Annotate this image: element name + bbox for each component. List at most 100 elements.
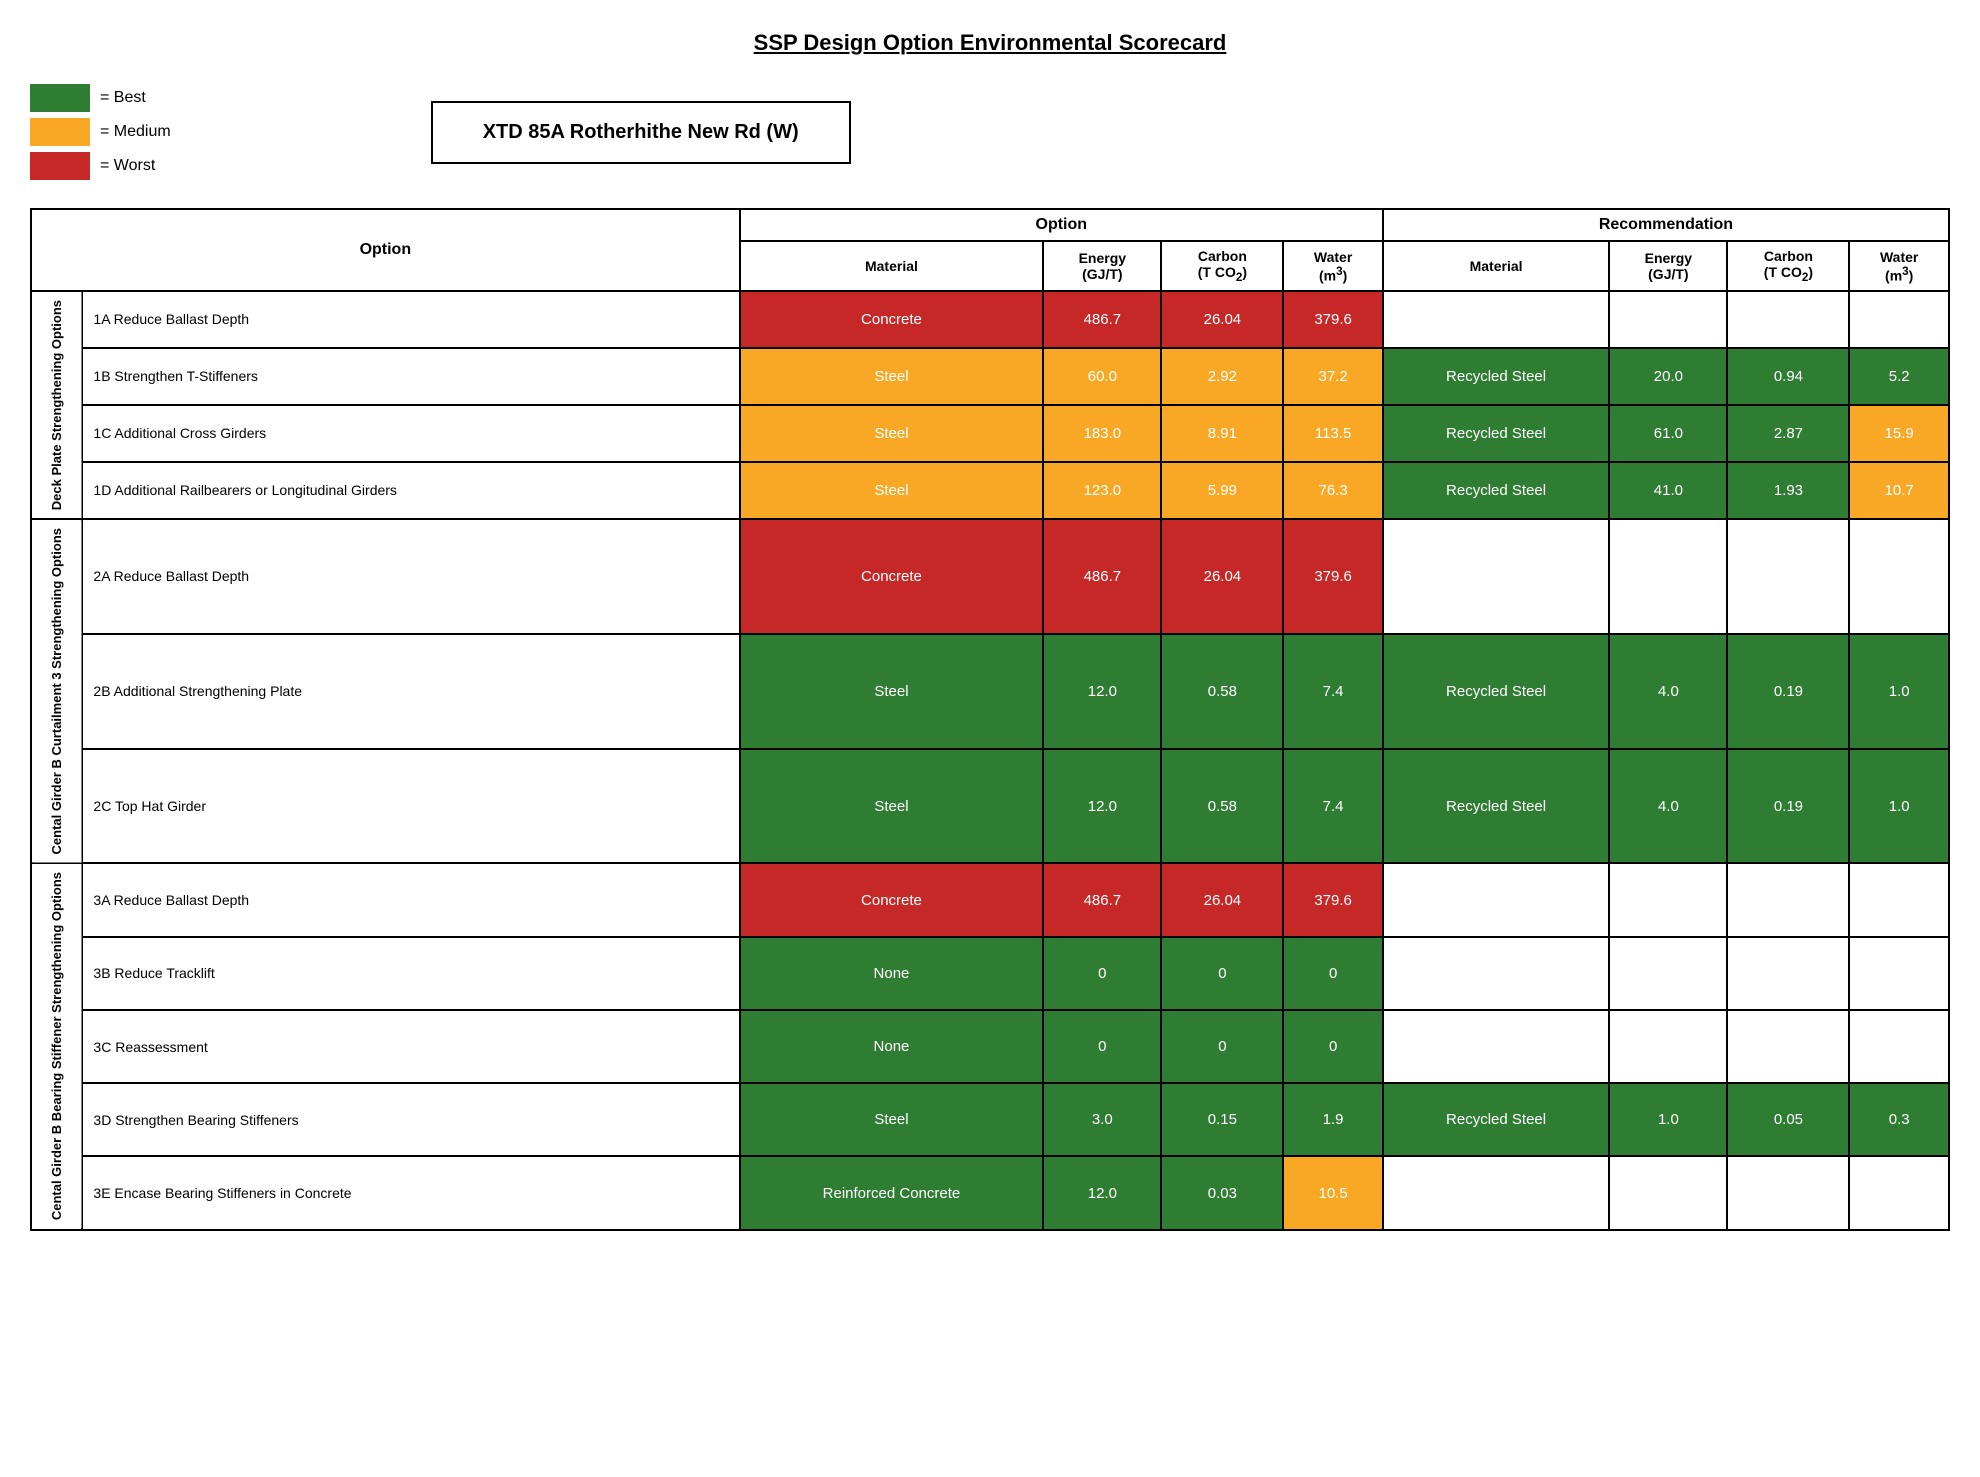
legend-color-worst [30, 152, 90, 180]
table-cell: 5.2 [1849, 348, 1949, 405]
option-label: 2B Additional Strengthening Plate [82, 634, 739, 749]
option-label: 2C Top Hat Girder [82, 749, 739, 864]
table-cell: None [740, 1010, 1044, 1083]
row-group-label: Cental Girder B Bearing Stiffener Streng… [31, 863, 82, 1229]
table-cell: 0.15 [1161, 1083, 1283, 1156]
option-label: 3D Strengthen Bearing Stiffeners [82, 1083, 739, 1156]
opt-material-header: Material [740, 241, 1044, 291]
table-cell: 0.94 [1727, 348, 1849, 405]
table-cell [1383, 1010, 1609, 1083]
table-cell: 1.9 [1283, 1083, 1383, 1156]
table-cell: Steel [740, 1083, 1044, 1156]
scorecard-table: Option Option Recommendation Material En… [30, 208, 1950, 1231]
table-cell: 379.6 [1283, 863, 1383, 936]
table-cell [1609, 1010, 1727, 1083]
table-cell: 20.0 [1609, 348, 1727, 405]
rec-carbon-header: Carbon(T CO2) [1727, 241, 1849, 291]
table-cell: Reinforced Concrete [740, 1156, 1044, 1229]
legend-color-medium [30, 118, 90, 146]
table-cell: Concrete [740, 863, 1044, 936]
option-label: 3C Reassessment [82, 1010, 739, 1083]
table-cell: 486.7 [1043, 291, 1161, 348]
table-cell: 76.3 [1283, 462, 1383, 519]
table-cell: None [740, 937, 1044, 1010]
opt-water-header: Water(m3) [1283, 241, 1383, 291]
table-cell [1727, 291, 1849, 348]
rec-energy-header: Energy(GJ/T) [1609, 241, 1727, 291]
opt-energy-header: Energy(GJ/T) [1043, 241, 1161, 291]
table-cell: 2.87 [1727, 405, 1849, 462]
table-cell: Recycled Steel [1383, 405, 1609, 462]
table-cell: 486.7 [1043, 863, 1161, 936]
table-cell [1609, 1156, 1727, 1229]
table-cell: 2.92 [1161, 348, 1283, 405]
table-cell: 0 [1043, 1010, 1161, 1083]
table-cell: 486.7 [1043, 519, 1161, 634]
table-cell [1383, 937, 1609, 1010]
table-cell: Steel [740, 634, 1044, 749]
legend-medium: = Medium [30, 118, 171, 146]
table-cell: 379.6 [1283, 291, 1383, 348]
table-cell [1383, 291, 1609, 348]
option-label: 3E Encase Bearing Stiffeners in Concrete [82, 1156, 739, 1229]
option-label: 3B Reduce Tracklift [82, 937, 739, 1010]
table-cell: 123.0 [1043, 462, 1161, 519]
option-label: 1D Additional Railbearers or Longitudina… [82, 462, 739, 519]
table-cell: 26.04 [1161, 291, 1283, 348]
table-cell [1849, 1156, 1949, 1229]
table-cell [1609, 291, 1727, 348]
rec-water-header: Water(m3) [1849, 241, 1949, 291]
table-cell [1727, 1156, 1849, 1229]
table-cell: 26.04 [1161, 519, 1283, 634]
table-cell: 1.93 [1727, 462, 1849, 519]
option-header: Option [31, 209, 740, 291]
table-cell: 10.7 [1849, 462, 1949, 519]
opt-carbon-header: Carbon(T CO2) [1161, 241, 1283, 291]
legend-best: = Best [30, 84, 171, 112]
table-cell: 7.4 [1283, 634, 1383, 749]
table-cell [1727, 937, 1849, 1010]
table-cell: 0 [1283, 937, 1383, 1010]
table-cell: 7.4 [1283, 749, 1383, 864]
table-cell: Steel [740, 405, 1044, 462]
table-cell: 0.05 [1727, 1083, 1849, 1156]
table-cell: Concrete [740, 519, 1044, 634]
table-cell: 4.0 [1609, 749, 1727, 864]
legend-label-worst: = Worst [100, 157, 155, 175]
table-cell: 12.0 [1043, 634, 1161, 749]
table-cell: 0 [1161, 1010, 1283, 1083]
table-cell: 0.19 [1727, 749, 1849, 864]
table-cell: 0 [1043, 937, 1161, 1010]
table-cell: Steel [740, 749, 1044, 864]
table-cell: 5.99 [1161, 462, 1283, 519]
table-cell [1849, 937, 1949, 1010]
table-cell: 0 [1161, 937, 1283, 1010]
table-cell: 37.2 [1283, 348, 1383, 405]
recommendation-group-header: Recommendation [1383, 209, 1949, 241]
table-cell: Recycled Steel [1383, 749, 1609, 864]
table-cell: 0.03 [1161, 1156, 1283, 1229]
table-cell: 10.5 [1283, 1156, 1383, 1229]
table-cell [1727, 1010, 1849, 1083]
table-cell: 12.0 [1043, 749, 1161, 864]
project-title: XTD 85A Rotherhithe New Rd (W) [431, 101, 851, 164]
table-cell [1609, 863, 1727, 936]
option-group-header: Option [740, 209, 1383, 241]
table-cell: 0.58 [1161, 634, 1283, 749]
table-cell: 0.19 [1727, 634, 1849, 749]
table-cell [1609, 937, 1727, 1010]
table-cell: Recycled Steel [1383, 1083, 1609, 1156]
legend-color-best [30, 84, 90, 112]
table-cell [1849, 519, 1949, 634]
table-cell [1849, 1010, 1949, 1083]
row-group-label: Cental Girder B Curtailment 3 Strengthen… [31, 519, 82, 863]
table-cell: 60.0 [1043, 348, 1161, 405]
option-label: 1A Reduce Ballast Depth [82, 291, 739, 348]
table-cell: 15.9 [1849, 405, 1949, 462]
table-cell: 1.0 [1609, 1083, 1727, 1156]
table-cell: 41.0 [1609, 462, 1727, 519]
option-label: 3A Reduce Ballast Depth [82, 863, 739, 936]
table-cell: 379.6 [1283, 519, 1383, 634]
table-cell [1383, 863, 1609, 936]
table-cell: 3.0 [1043, 1083, 1161, 1156]
